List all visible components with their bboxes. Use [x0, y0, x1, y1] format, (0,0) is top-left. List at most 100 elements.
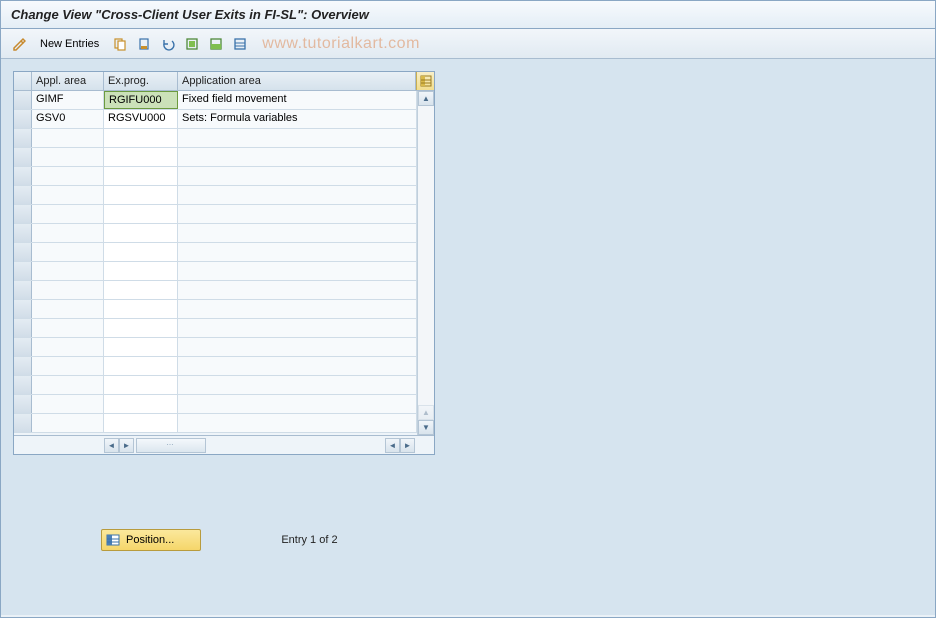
- cell-ex-prog[interactable]: RGSVU000: [104, 110, 178, 128]
- empty-cell[interactable]: [104, 357, 178, 375]
- corner-cell[interactable]: [14, 72, 32, 90]
- table-row[interactable]: [14, 414, 417, 433]
- empty-cell[interactable]: [178, 129, 417, 147]
- cell-ex-prog[interactable]: RGIFU000: [104, 91, 178, 109]
- empty-cell[interactable]: [178, 281, 417, 299]
- deselect-all-icon[interactable]: [230, 34, 250, 54]
- empty-cell[interactable]: [178, 186, 417, 204]
- table-row[interactable]: [14, 167, 417, 186]
- cell-application-area[interactable]: Sets: Formula variables: [178, 110, 417, 128]
- row-selector[interactable]: [14, 300, 32, 318]
- empty-cell[interactable]: [32, 376, 104, 394]
- empty-cell[interactable]: [32, 395, 104, 413]
- row-selector[interactable]: [14, 376, 32, 394]
- empty-cell[interactable]: [178, 148, 417, 166]
- table-row[interactable]: [14, 148, 417, 167]
- empty-cell[interactable]: [104, 129, 178, 147]
- empty-cell[interactable]: [32, 148, 104, 166]
- scroll-up-icon[interactable]: ▲: [418, 91, 434, 106]
- hscroll-left-icon[interactable]: ◄: [104, 438, 119, 453]
- empty-cell[interactable]: [178, 376, 417, 394]
- empty-cell[interactable]: [32, 357, 104, 375]
- row-selector[interactable]: [14, 186, 32, 204]
- empty-cell[interactable]: [104, 148, 178, 166]
- row-selector[interactable]: [14, 414, 32, 432]
- empty-cell[interactable]: [32, 129, 104, 147]
- table-row[interactable]: [14, 186, 417, 205]
- scroll-down-dim-icon[interactable]: ▲: [418, 405, 434, 420]
- empty-cell[interactable]: [104, 262, 178, 280]
- row-selector[interactable]: [14, 224, 32, 242]
- empty-cell[interactable]: [104, 414, 178, 432]
- cell-appl-area[interactable]: GSV0: [32, 110, 104, 128]
- empty-cell[interactable]: [104, 376, 178, 394]
- column-header-application-area[interactable]: Application area: [178, 72, 416, 90]
- empty-cell[interactable]: [104, 281, 178, 299]
- hscroll-thumb[interactable]: ⋯: [136, 438, 206, 453]
- empty-cell[interactable]: [32, 414, 104, 432]
- empty-cell[interactable]: [104, 319, 178, 337]
- column-header-appl-area[interactable]: Appl. area: [32, 72, 104, 90]
- select-all-icon[interactable]: [182, 34, 202, 54]
- undo-icon[interactable]: [158, 34, 178, 54]
- scroll-down-icon[interactable]: ▼: [418, 420, 434, 435]
- empty-cell[interactable]: [32, 262, 104, 280]
- empty-cell[interactable]: [104, 186, 178, 204]
- table-row[interactable]: [14, 357, 417, 376]
- row-selector[interactable]: [14, 91, 32, 109]
- delete-icon[interactable]: [134, 34, 154, 54]
- empty-cell[interactable]: [32, 224, 104, 242]
- table-row[interactable]: [14, 376, 417, 395]
- empty-cell[interactable]: [104, 300, 178, 318]
- hscroll-right-icon[interactable]: ►: [119, 438, 134, 453]
- row-selector[interactable]: [14, 357, 32, 375]
- select-block-icon[interactable]: [206, 34, 226, 54]
- table-row[interactable]: [14, 319, 417, 338]
- empty-cell[interactable]: [178, 205, 417, 223]
- row-selector[interactable]: [14, 262, 32, 280]
- table-row[interactable]: [14, 262, 417, 281]
- empty-cell[interactable]: [104, 395, 178, 413]
- column-header-ex-prog[interactable]: Ex.prog.: [104, 72, 178, 90]
- hscroll-left2-icon[interactable]: ◄: [385, 438, 400, 453]
- table-settings-icon[interactable]: [416, 72, 434, 90]
- table-row[interactable]: [14, 129, 417, 148]
- empty-cell[interactable]: [178, 319, 417, 337]
- toggle-edit-icon[interactable]: [9, 34, 29, 54]
- empty-cell[interactable]: [178, 338, 417, 356]
- cell-application-area[interactable]: Fixed field movement: [178, 91, 417, 109]
- row-selector[interactable]: [14, 167, 32, 185]
- empty-cell[interactable]: [178, 224, 417, 242]
- empty-cell[interactable]: [178, 167, 417, 185]
- empty-cell[interactable]: [32, 338, 104, 356]
- row-selector[interactable]: [14, 338, 32, 356]
- table-row[interactable]: [14, 205, 417, 224]
- copy-icon[interactable]: [110, 34, 130, 54]
- empty-cell[interactable]: [32, 205, 104, 223]
- row-selector[interactable]: [14, 205, 32, 223]
- row-selector[interactable]: [14, 110, 32, 128]
- table-row[interactable]: [14, 395, 417, 414]
- table-row[interactable]: GIMFRGIFU000Fixed field movement: [14, 91, 417, 110]
- empty-cell[interactable]: [104, 224, 178, 242]
- table-row[interactable]: [14, 300, 417, 319]
- table-row[interactable]: [14, 281, 417, 300]
- empty-cell[interactable]: [32, 167, 104, 185]
- empty-cell[interactable]: [178, 357, 417, 375]
- empty-cell[interactable]: [32, 186, 104, 204]
- cell-appl-area[interactable]: GIMF: [32, 91, 104, 109]
- position-button[interactable]: Position...: [101, 529, 201, 551]
- row-selector[interactable]: [14, 148, 32, 166]
- row-selector[interactable]: [14, 319, 32, 337]
- empty-cell[interactable]: [32, 300, 104, 318]
- empty-cell[interactable]: [178, 300, 417, 318]
- new-entries-button[interactable]: New Entries: [33, 33, 106, 55]
- row-selector[interactable]: [14, 243, 32, 261]
- empty-cell[interactable]: [104, 205, 178, 223]
- table-row[interactable]: [14, 338, 417, 357]
- table-row[interactable]: [14, 243, 417, 262]
- row-selector[interactable]: [14, 129, 32, 147]
- empty-cell[interactable]: [104, 167, 178, 185]
- empty-cell[interactable]: [178, 262, 417, 280]
- empty-cell[interactable]: [178, 243, 417, 261]
